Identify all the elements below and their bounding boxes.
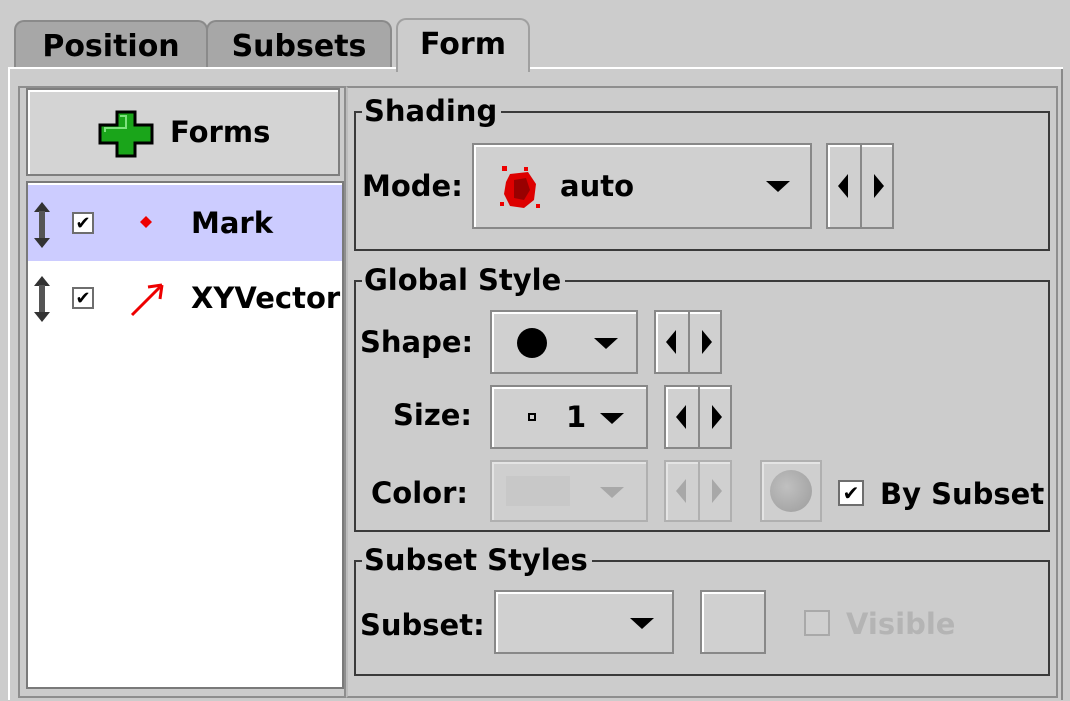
shape-label: Shape: xyxy=(360,325,474,359)
color-label: Color: xyxy=(371,476,468,510)
arrow-right-icon[interactable] xyxy=(712,479,722,503)
mode-value: auto xyxy=(560,169,635,203)
forms-button-label: Forms xyxy=(170,115,271,149)
arrow-left-icon[interactable] xyxy=(838,174,848,198)
subset-color-button[interactable] xyxy=(700,590,766,654)
tab-position-label: Position xyxy=(42,29,180,64)
shading-title: Shading xyxy=(362,94,502,128)
visible-checkbox[interactable] xyxy=(804,610,830,636)
red-arrow-icon xyxy=(130,283,164,317)
color-swatch xyxy=(506,476,570,506)
size-value: 1 xyxy=(566,400,587,434)
chevron-down-icon xyxy=(600,413,624,424)
size-combo[interactable]: 1 xyxy=(490,385,648,449)
size-stepper[interactable] xyxy=(664,385,732,449)
color-chooser-button[interactable] xyxy=(760,460,822,522)
mode-label: Mode: xyxy=(362,169,463,203)
layer-mark-label: Mark xyxy=(191,206,274,240)
by-subset-checkbox[interactable]: ✔ xyxy=(838,480,864,506)
drag-handle-icon[interactable] xyxy=(32,201,52,249)
filled-circle-icon xyxy=(517,328,547,358)
layer-mark-checkbox[interactable]: ✔ xyxy=(72,212,94,234)
subset-label: Subset: xyxy=(360,608,485,642)
tab-form[interactable]: Form xyxy=(396,18,530,72)
arrow-left-icon[interactable] xyxy=(676,479,686,503)
layer-list[interactable]: ✔ Mark ✔ XYVector xyxy=(26,181,344,689)
chevron-down-icon xyxy=(766,181,790,192)
color-stepper[interactable] xyxy=(664,460,732,522)
by-subset-label: By Subset xyxy=(880,477,1045,511)
mode-combo[interactable]: auto xyxy=(472,143,812,229)
color-combo[interactable] xyxy=(490,460,648,522)
tab-subsets-label: Subsets xyxy=(231,29,367,64)
subset-styles-title: Subset Styles xyxy=(362,543,592,577)
red-dot-icon xyxy=(140,216,152,228)
visible-label: Visible xyxy=(846,607,956,641)
drag-handle-icon[interactable] xyxy=(32,275,52,323)
arrow-left-icon[interactable] xyxy=(676,405,686,429)
plus-icon xyxy=(98,110,154,158)
color-circle-icon xyxy=(770,470,812,512)
list-item-xyvector[interactable]: ✔ XYVector xyxy=(28,261,342,337)
global-style-title: Global Style xyxy=(362,263,566,297)
tab-subsets[interactable]: Subsets xyxy=(206,20,392,69)
list-item-mark[interactable]: ✔ Mark xyxy=(28,185,342,261)
shape-combo[interactable] xyxy=(490,310,638,374)
small-square-icon xyxy=(528,413,536,421)
tab-form-label: Form xyxy=(420,27,506,62)
arrow-right-icon[interactable] xyxy=(712,405,722,429)
arrow-right-icon[interactable] xyxy=(874,174,884,198)
chevron-down-icon xyxy=(630,618,654,629)
chevron-down-icon xyxy=(594,338,618,349)
layer-xyvector-checkbox[interactable]: ✔ xyxy=(72,287,94,309)
subset-combo[interactable] xyxy=(494,590,674,654)
arrow-left-icon[interactable] xyxy=(666,330,676,354)
add-form-button[interactable]: Forms xyxy=(26,88,340,176)
mode-stepper[interactable] xyxy=(826,143,894,229)
arrow-right-icon[interactable] xyxy=(702,330,712,354)
size-label: Size: xyxy=(393,398,472,432)
layer-xyvector-label: XYVector xyxy=(191,281,341,315)
tab-position[interactable]: Position xyxy=(14,20,208,69)
chevron-down-icon xyxy=(600,487,624,498)
shape-stepper[interactable] xyxy=(654,310,722,374)
red-splat-icon xyxy=(500,166,540,208)
